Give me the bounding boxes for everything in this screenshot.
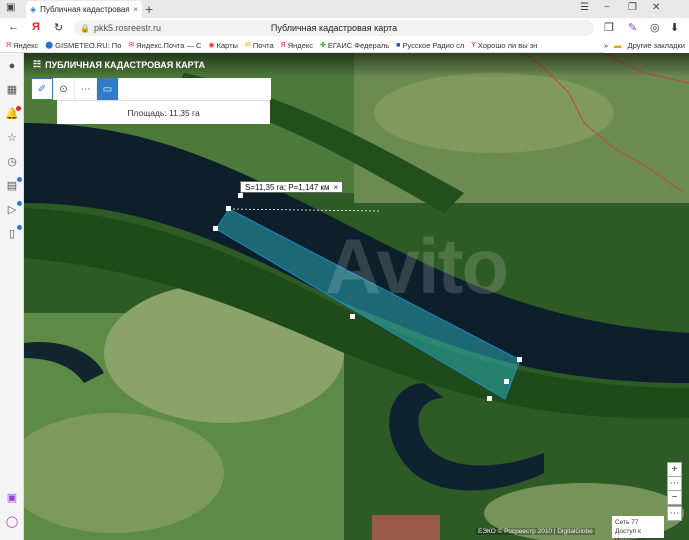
- point-tool-button[interactable]: ⊙: [53, 78, 75, 100]
- bookmark-favicon-icon: ■: [396, 41, 401, 49]
- reload-icon[interactable]: ↻: [54, 21, 63, 34]
- site-favicon-icon: ◈: [30, 5, 37, 14]
- hamburger-icon[interactable]: ☷: [33, 59, 41, 70]
- news-dot: [17, 177, 22, 182]
- bookmark-favicon-icon: Я: [6, 41, 12, 49]
- new-tab-button[interactable]: +: [145, 1, 153, 17]
- browser-sidebar: ● ▦ 🔔 ☆ ◷ ▤ ▷ ▯ ▣ ◯: [0, 53, 24, 540]
- bookmark-favicon-icon: Y: [471, 41, 476, 49]
- bookmark-label: Яндекс: [13, 40, 39, 50]
- menu-icon[interactable]: ☰: [580, 2, 589, 13]
- bookmark-item[interactable]: Я Яндекс: [281, 41, 313, 50]
- zoom-out-button[interactable]: −: [667, 490, 682, 505]
- docs-dot: [17, 225, 22, 230]
- line-tool-button[interactable]: ⋯: [75, 78, 97, 100]
- bookmark-item[interactable]: ✉ Почта: [245, 41, 274, 50]
- bookmark-item[interactable]: ◉ Карты: [208, 41, 237, 50]
- download-icon[interactable]: ⬇: [670, 21, 679, 34]
- measure-label-text: S=11,35 га; P=1,147 км: [245, 182, 330, 192]
- measure-tool-button[interactable]: ✐: [31, 78, 53, 100]
- bookmark-item[interactable]: ■ Русское Радио сл: [396, 41, 464, 50]
- tab-manager-icon[interactable]: ▣: [6, 2, 15, 13]
- bookmarks-bar: Я Яндекс ⬤ GISMETEO.RU: По ✉ Яндекс.Почта — С…: [0, 38, 689, 53]
- layers-menu-button[interactable]: ⋯: [667, 476, 682, 491]
- bookmarks-more-button[interactable]: »: [604, 41, 608, 50]
- bookmark-label: GISMETEO.RU: По: [55, 40, 122, 50]
- bookmark-item[interactable]: Я Яндекс: [6, 41, 38, 50]
- bookmark-favicon-icon: ✉: [244, 42, 251, 49]
- area-text: Площадь: 11,35 га: [127, 107, 200, 118]
- close-window-icon[interactable]: ✕: [652, 2, 660, 13]
- area-tool-button[interactable]: ▭: [97, 78, 119, 100]
- bookmark-favicon-icon: ⬤: [45, 42, 54, 49]
- pen-icon[interactable]: ✎: [628, 21, 637, 34]
- history-icon[interactable]: ◷: [5, 155, 19, 169]
- more-button[interactable]: ⋯: [667, 506, 682, 521]
- bookmark-item[interactable]: ✉ Яндекс.Почта — С: [128, 41, 201, 50]
- bookmark-label: Яндекс.Почта — С: [136, 40, 202, 50]
- bookmark-label: Карты: [216, 40, 238, 50]
- bookmark-label: Почта: [252, 40, 274, 50]
- bookmark-label: ЕГАИС Федераль: [327, 40, 390, 50]
- bookmark-label: Русское Радио сл: [402, 40, 465, 50]
- bookmark-label: Хорошо ли вы зн: [477, 40, 538, 50]
- url-field[interactable]: 🔒 pkk5.rosreestr.ru Публичная кадастрова…: [74, 20, 594, 36]
- line-icon: ⋯: [80, 83, 91, 95]
- bookmark-favicon-icon: Я: [280, 41, 286, 49]
- restore-icon[interactable]: ❐: [628, 2, 637, 13]
- alice-icon[interactable]: ◯: [5, 515, 19, 529]
- favorites-icon[interactable]: ☆: [5, 131, 19, 145]
- yandex-icon[interactable]: Я: [32, 21, 40, 33]
- minimize-icon[interactable]: −: [604, 2, 610, 13]
- point-icon: ⊙: [59, 83, 68, 95]
- app-title-text: ПУБЛИЧНАЯ КАДАСТРОВАЯ КАРТА: [45, 59, 205, 70]
- bookmark-icon[interactable]: ❐: [604, 21, 614, 34]
- area-icon: ▭: [102, 83, 113, 95]
- messenger-icon[interactable]: ▣: [5, 491, 19, 505]
- page-title: Публичная кадастровая карта: [270, 23, 398, 33]
- network-tooltip: Сеть 77 Доступ к Интернету: [612, 516, 664, 540]
- bookmark-favicon-icon: ✉: [128, 42, 135, 49]
- tab-title: Публичная кадастровая: [40, 5, 130, 14]
- back-icon[interactable]: ←: [8, 21, 19, 33]
- bookmark-label: Яндекс: [287, 40, 313, 50]
- area-result-panel: Площадь: 11,35 га: [57, 100, 270, 124]
- app-title: ☷ ПУБЛИЧНАЯ КАДАСТРОВАЯ КАРТА: [33, 59, 205, 70]
- active-tab[interactable]: ◈ Публичная кадастровая ×: [26, 1, 142, 18]
- folder-icon: ▬: [614, 41, 622, 50]
- other-bookmarks-link[interactable]: Другие закладки: [628, 41, 685, 50]
- measure-label: S=11,35 га; P=1,147 км ×: [240, 181, 344, 193]
- map-toolbar: ✐ ⊙ ⋯ ▭: [31, 78, 271, 100]
- network-line-2: Доступ к Интернету: [615, 528, 647, 540]
- address-bar: ← Я ↻ 🔒 pkk5.rosreestr.ru Публичная када…: [0, 18, 689, 38]
- bookmark-item[interactable]: Y Хорошо ли вы зн: [471, 41, 537, 50]
- bookmark-favicon-icon: ◉: [208, 42, 215, 49]
- extensions-icon[interactable]: ◎: [650, 21, 660, 34]
- bookmark-item[interactable]: ✤ ЕГАИС Федераль: [320, 41, 389, 50]
- ruler-icon: ✐: [37, 83, 47, 95]
- notification-badge: [16, 106, 21, 111]
- network-line-1: Сеть 77: [615, 519, 639, 526]
- tab-close-icon[interactable]: ×: [133, 5, 138, 14]
- measure-close-icon[interactable]: ×: [334, 183, 339, 192]
- tab-strip: ▣ ◈ Публичная кадастровая × + ☰ − ❐ ✕: [0, 0, 689, 18]
- bookmark-favicon-icon: ✤: [319, 42, 326, 49]
- zoom-in-button[interactable]: +: [667, 462, 682, 477]
- bookmark-item[interactable]: ⬤ GISMETEO.RU: По: [45, 41, 121, 50]
- profile-icon[interactable]: ●: [5, 59, 19, 73]
- bookmarks-overflow: » ▬ Другие закладки: [603, 38, 689, 53]
- apps-icon[interactable]: ▦: [5, 83, 19, 97]
- map-attribution: ЕЭКО © Росреестр 2010 | DigitalGlobe: [476, 528, 595, 535]
- video-dot: [17, 201, 22, 206]
- watermark: Avito: [325, 222, 509, 310]
